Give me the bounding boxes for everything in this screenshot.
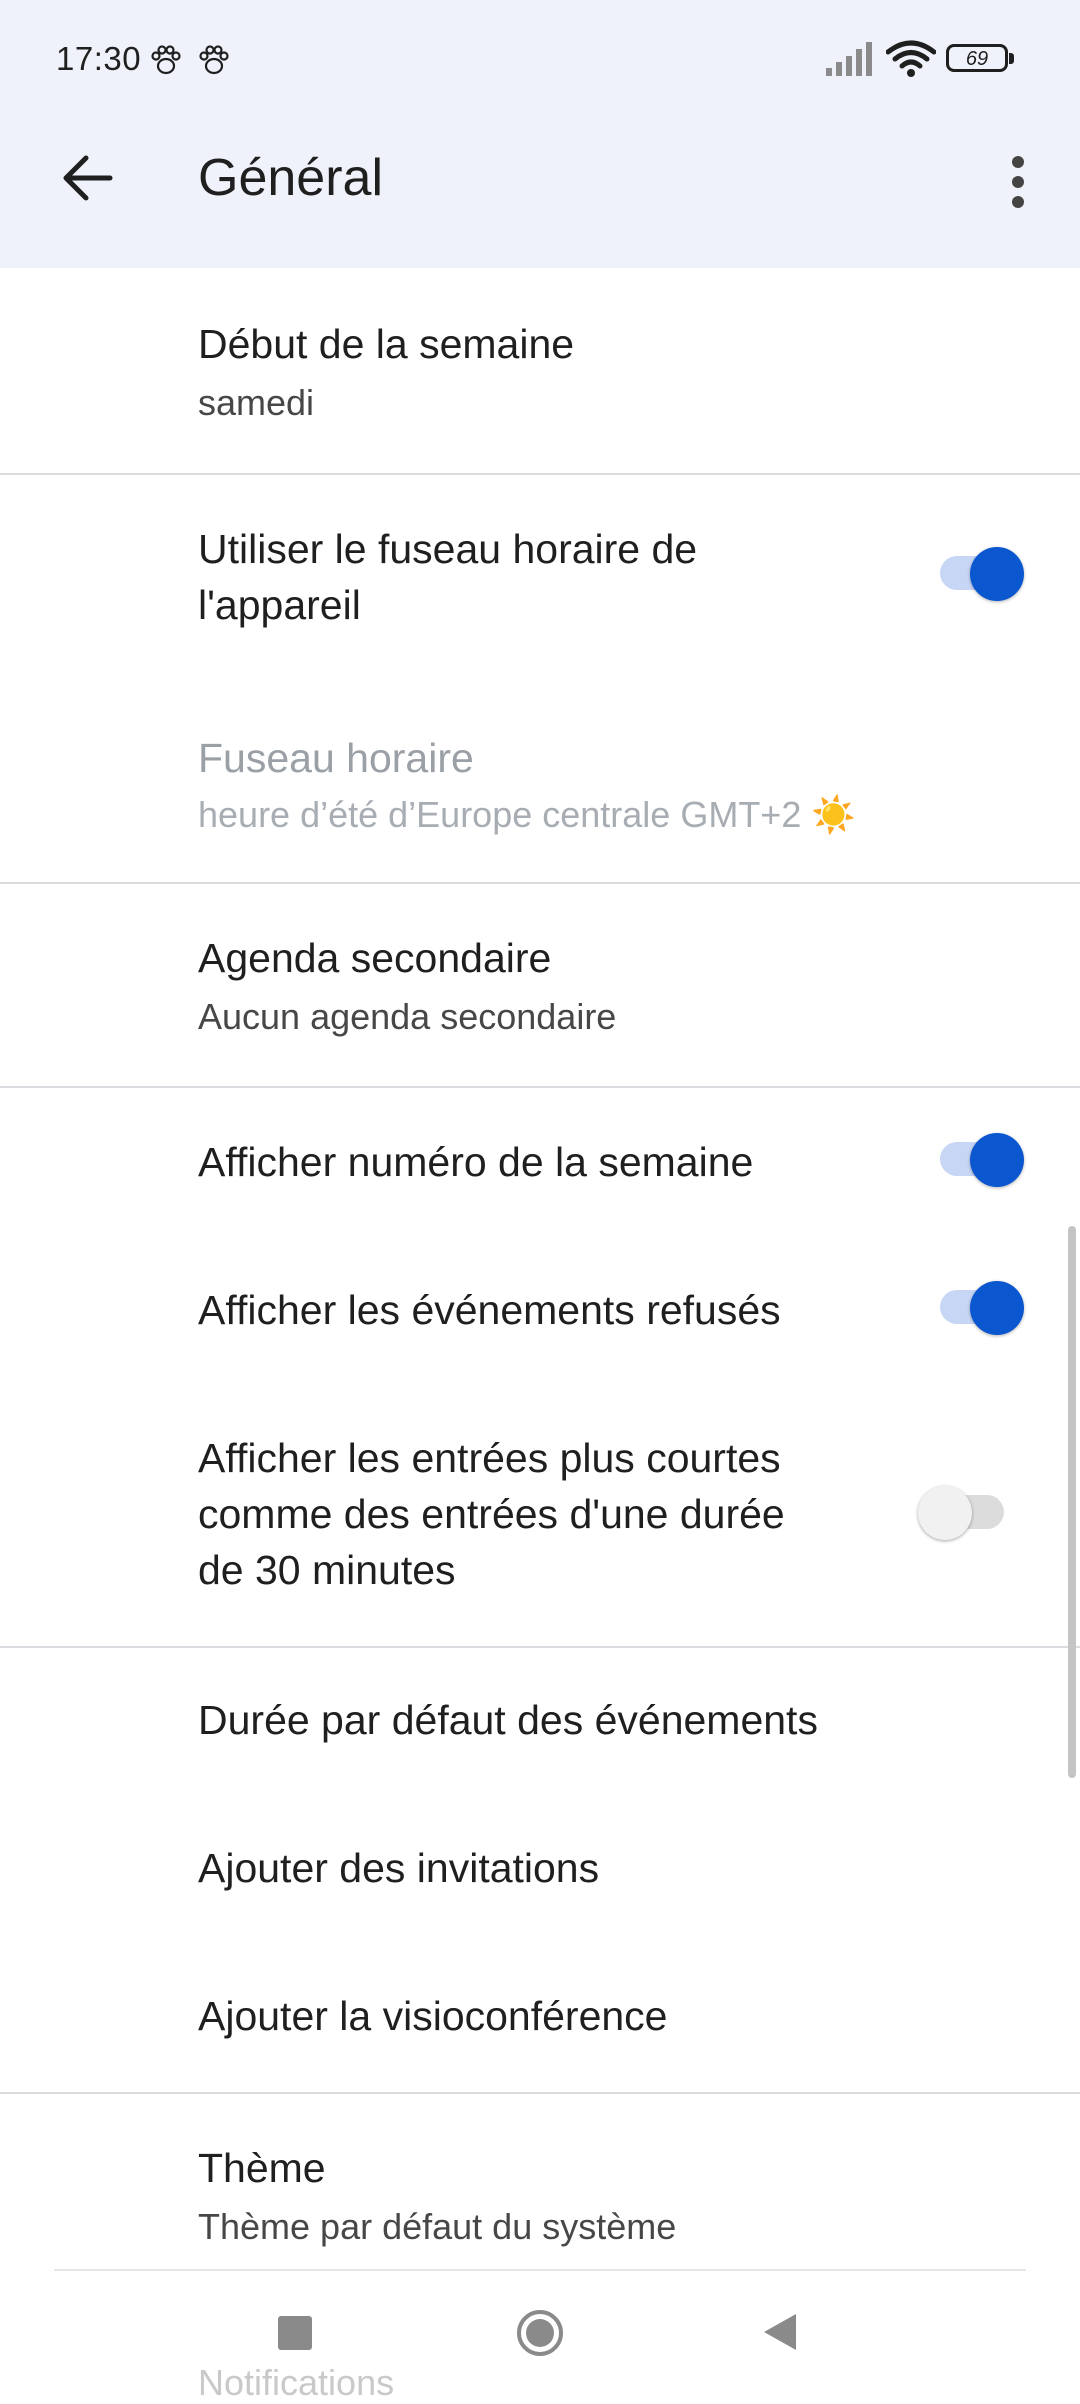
setting-secondary-calendar[interactable]: Agenda secondaire Aucun agenda secondair… <box>0 884 1080 1086</box>
wifi-icon <box>886 40 936 77</box>
paw-icon <box>151 45 181 75</box>
battery-icon: 69 <box>946 44 1016 76</box>
system-nav-bar <box>0 2272 1080 2400</box>
setting-value: Aucun agenda secondaire <box>198 996 617 1037</box>
setting-week-number[interactable]: Afficher numéro de la semaine <box>0 1088 1080 1236</box>
home-circle-icon[interactable] <box>515 2308 565 2358</box>
setting-label: Afficher numéro de la semaine <box>198 1139 754 1185</box>
setting-device-timezone[interactable]: Utiliser le fuseau horaire de l'appareil <box>0 475 1080 675</box>
setting-value: Thème par défaut du système <box>198 2206 677 2247</box>
setting-week-start[interactable]: Début de la semaine samedi <box>0 268 1080 473</box>
declined-events-toggle[interactable] <box>934 1281 1024 1335</box>
paw-icon <box>199 45 229 75</box>
scrollbar[interactable] <box>1068 1226 1076 1778</box>
setting-label: Fuseau horaire <box>198 735 474 781</box>
more-vert-icon[interactable] <box>988 150 1048 214</box>
setting-label-line3: de 30 minutes <box>198 1547 456 1593</box>
setting-short-entries[interactable]: Afficher les entrées plus courtes comme … <box>0 1384 1080 1646</box>
setting-label: Agenda secondaire <box>198 935 552 981</box>
setting-label-line1: Afficher les entrées plus courtes <box>198 1435 781 1481</box>
device-timezone-toggle[interactable] <box>934 547 1024 601</box>
app-header: 17:30 69 Général <box>0 0 1080 268</box>
setting-label: Ajouter des invitations <box>198 1845 600 1891</box>
signal-icon <box>826 42 872 76</box>
setting-value: heure d’été d’Europe centrale GMT+2 ☀️ <box>198 794 857 835</box>
setting-value: samedi <box>198 382 315 423</box>
battery-level: 69 <box>965 48 989 70</box>
setting-default-duration[interactable]: Durée par défaut des événements <box>0 1648 1080 1796</box>
setting-label: Thème <box>198 2145 326 2191</box>
setting-label-line2: l'appareil <box>198 582 361 628</box>
setting-label: Début de la semaine <box>198 321 575 367</box>
setting-theme[interactable]: Thème Thème par défaut du système <box>0 2094 1080 2270</box>
setting-add-invitations[interactable]: Ajouter des invitations <box>0 1796 1080 1944</box>
page-title: Général <box>198 149 383 207</box>
setting-label: Ajouter la visioconférence <box>198 1993 668 2039</box>
back-triangle-icon[interactable] <box>762 2312 798 2352</box>
recents-square-icon[interactable] <box>278 2316 312 2350</box>
setting-declined-events[interactable]: Afficher les événements refusés <box>0 1236 1080 1384</box>
setting-label-line2: comme des entrées d'une durée <box>198 1491 785 1537</box>
setting-timezone: Fuseau horaire heure d’été d’Europe cent… <box>0 690 1080 880</box>
status-time: 17:30 <box>56 40 142 77</box>
divider <box>54 2269 1026 2271</box>
week-number-toggle[interactable] <box>934 1133 1024 1187</box>
setting-label-line1: Utiliser le fuseau horaire de <box>198 526 698 572</box>
short-entries-toggle[interactable] <box>918 1486 1008 1540</box>
setting-label: Afficher les événements refusés <box>198 1287 781 1333</box>
arrow-left-icon[interactable] <box>50 140 126 216</box>
setting-label: Durée par défaut des événements <box>198 1697 818 1743</box>
setting-add-videoconference[interactable]: Ajouter la visioconférence <box>0 1944 1080 2092</box>
